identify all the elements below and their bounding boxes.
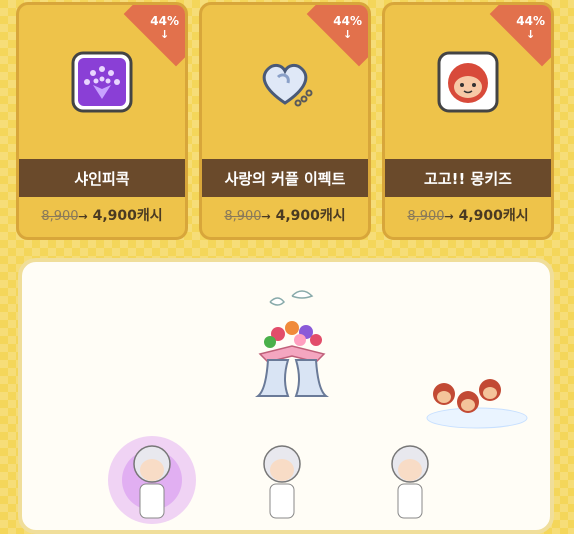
price-line: 8,900→ 4,900캐시 bbox=[385, 205, 551, 225]
price-line: 8,900→ 4,900캐시 bbox=[19, 205, 185, 225]
price-arrow-icon: → bbox=[261, 210, 271, 223]
character-with-couple-effect bbox=[263, 445, 301, 519]
old-price: 8,900 bbox=[407, 209, 445, 224]
price-arrow-icon: → bbox=[78, 210, 88, 223]
new-price: 4,900캐시 bbox=[275, 208, 346, 224]
price-arrow-icon: → bbox=[444, 210, 454, 223]
old-price: 8,900 bbox=[224, 209, 262, 224]
product-name: 고고!! 몽키즈 bbox=[385, 159, 551, 197]
monkey-icon bbox=[437, 51, 499, 113]
old-price: 8,900 bbox=[41, 209, 79, 224]
discount-badge: 44% ↓ bbox=[516, 14, 545, 42]
new-price: 4,900캐시 bbox=[92, 208, 163, 224]
discount-badge: 44% ↓ bbox=[150, 14, 179, 42]
new-price: 4,900캐시 bbox=[458, 208, 529, 224]
peacock-icon bbox=[71, 51, 133, 113]
product-card-shine-peacock[interactable]: 44% ↓ 샤인피콕 8,900→ 4,900캐시 bbox=[16, 2, 188, 240]
wedding-bells-icon bbox=[255, 290, 329, 397]
product-name: 사랑의 커플 이펙트 bbox=[202, 159, 368, 197]
product-card-gogo-monkeys[interactable]: 44% ↓ 고고!! 몽키즈 8,900→ 4,900캐시 bbox=[382, 2, 554, 240]
price-line: 8,900→ 4,900캐시 bbox=[202, 205, 368, 225]
discount-badge: 44% ↓ bbox=[333, 14, 362, 42]
character-with-monkeys-effect bbox=[391, 445, 429, 519]
character-with-peacock-effect bbox=[108, 436, 196, 524]
preview-panel bbox=[18, 258, 554, 534]
product-name: 샤인피콕 bbox=[19, 159, 185, 197]
heart-locket-icon bbox=[254, 51, 316, 113]
product-card-love-couple-effect[interactable]: 44% ↓ 사랑의 커플 이펙트 8,900→ 4,900캐시 bbox=[199, 2, 371, 240]
